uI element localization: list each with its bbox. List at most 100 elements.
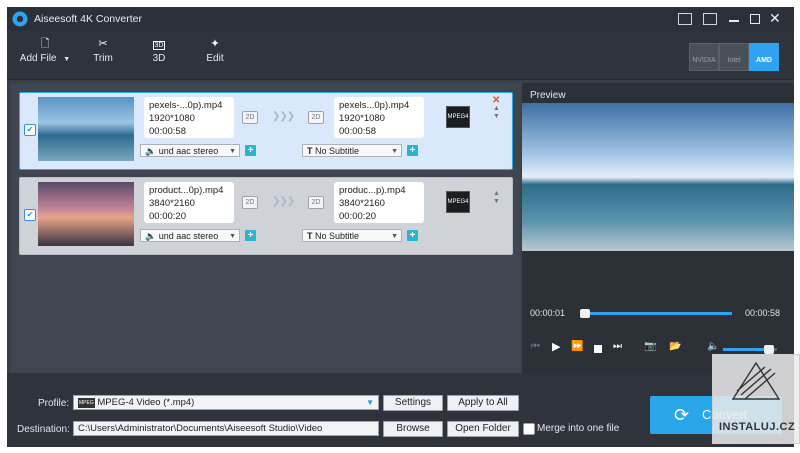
speaker-icon: 🔈 xyxy=(145,146,159,156)
add-file-icon: 🗋 xyxy=(40,38,50,50)
video-thumbnail[interactable] xyxy=(38,182,134,246)
volume-slider[interactable] xyxy=(723,345,777,354)
file-item[interactable]: ✔ pexels-...0p).mp4 1920*1080 00:00:58 2… xyxy=(19,92,513,170)
file-checkbox[interactable]: ✔ xyxy=(24,209,36,221)
subtitle-dropdown[interactable]: T No Subtitle ▼ xyxy=(302,229,402,242)
move-up-icon[interactable]: ▲ xyxy=(493,105,500,112)
scissors-icon: ✂ xyxy=(98,38,108,50)
audio-track-dropdown[interactable]: 🔈 und aac stereo ▼ xyxy=(140,144,240,157)
edit-button[interactable]: ✦ Edit xyxy=(199,31,231,79)
apply-to-all-button[interactable]: Apply to All xyxy=(447,395,519,411)
menu-icon[interactable] xyxy=(703,13,717,25)
output-format-icon[interactable]: MPEG4 xyxy=(446,191,470,213)
preview-video[interactable] xyxy=(522,103,794,251)
minimize-icon[interactable] xyxy=(729,20,739,22)
app-logo-icon xyxy=(12,11,28,27)
subtitle-dropdown[interactable]: T No Subtitle ▼ xyxy=(302,144,402,157)
nvidia-badge[interactable]: NVIDIA xyxy=(689,43,719,71)
convert-icon: ⟳ xyxy=(674,405,690,425)
add-subtitle-button[interactable]: + xyxy=(407,145,418,156)
file-item[interactable]: ✔ product...0p).mp4 3840*2160 00:00:20 2… xyxy=(19,177,513,255)
source-resolution: 1920*1080 xyxy=(149,113,195,124)
output-2d-tag: 2D xyxy=(308,111,324,124)
edit-label: Edit xyxy=(206,53,224,64)
browse-button[interactable]: Browse xyxy=(383,421,443,437)
add-file-button[interactable]: 🗋 Add File ▼ xyxy=(17,31,73,79)
destination-label: Destination: xyxy=(17,424,70,435)
watermark-text: INSTALUJ.CZ xyxy=(719,421,796,433)
stop-icon[interactable] xyxy=(594,345,602,353)
source-info: product...0p).mp4 3840*2160 00:00:20 xyxy=(144,182,234,223)
output-resolution: 1920*1080 xyxy=(339,113,385,124)
trim-label: Trim xyxy=(93,53,113,64)
video-thumbnail[interactable] xyxy=(38,97,134,161)
profile-label: Profile: xyxy=(38,398,70,409)
output-format-icon[interactable]: MPEG4 xyxy=(446,106,470,128)
mpeg-icon: MPEG xyxy=(78,398,95,408)
merge-checkbox[interactable] xyxy=(523,423,535,435)
skip-back-icon[interactable]: ⏮ xyxy=(531,341,540,352)
volume-handle[interactable] xyxy=(764,345,774,354)
preview-label: Preview xyxy=(530,90,566,101)
maximize-icon[interactable] xyxy=(750,14,760,24)
trim-button[interactable]: ✂ Trim xyxy=(87,31,119,79)
add-audio-button[interactable]: + xyxy=(245,145,256,156)
output-resolution: 3840*2160 xyxy=(339,198,385,209)
move-down-icon[interactable]: ▼ xyxy=(493,198,500,205)
watermark-emblem-icon xyxy=(731,361,781,400)
seek-handle[interactable] xyxy=(580,309,590,318)
text-icon: T xyxy=(307,231,315,241)
total-time: 00:00:58 xyxy=(745,308,781,318)
move-down-icon[interactable]: ▼ xyxy=(493,113,500,120)
feedback-icon[interactable] xyxy=(678,13,692,25)
close-icon[interactable]: ✕ xyxy=(769,10,781,26)
add-audio-button[interactable]: + xyxy=(245,230,256,241)
seek-bar[interactable] xyxy=(580,309,732,318)
chevron-down-icon: ▼ xyxy=(229,148,236,155)
audio-track-value: und aac stereo xyxy=(158,231,219,241)
profile-value: MPEG-4 Video (*.mp4) xyxy=(97,397,195,408)
convert-arrows-icon: ❯❯❯ xyxy=(272,196,295,207)
skip-forward-icon[interactable]: ⏭ xyxy=(613,341,622,352)
play-icon[interactable]: ▶ xyxy=(552,340,560,353)
toolbar: 🗋 Add File ▼ ✂ Trim 3D 3D ✦ Edit NVIDIA … xyxy=(7,31,794,80)
open-folder-button[interactable]: Open Folder xyxy=(447,421,519,437)
chevron-down-icon: ▼ xyxy=(391,148,398,155)
bottom-bar: Profile: MPEG MPEG-4 Video (*.mp4) ▼ Set… xyxy=(7,373,794,447)
output-duration: 00:00:58 xyxy=(339,126,376,137)
subtitle-value: No Subtitle xyxy=(315,231,360,241)
text-icon: T xyxy=(307,146,315,156)
settings-button[interactable]: Settings xyxy=(383,395,443,411)
output-2d-tag: 2D xyxy=(308,196,324,209)
intel-badge[interactable]: Intel xyxy=(719,43,749,71)
file-checkbox[interactable]: ✔ xyxy=(24,124,36,136)
add-file-label: Add File xyxy=(19,53,57,64)
volume-icon[interactable]: 🔈 xyxy=(707,341,719,352)
preview-panel: Preview 00:00:01 00:00:58 ⏮ ▶ ⏩ ⏭ 📷 📂 🔈 xyxy=(522,83,794,373)
title-bar: Aiseesoft 4K Converter ✕ xyxy=(7,7,794,31)
window-title: Aiseesoft 4K Converter xyxy=(34,13,142,25)
3d-button[interactable]: 3D 3D xyxy=(143,31,175,79)
app-window: Aiseesoft 4K Converter ✕ 🗋 Add File ▼ ✂ … xyxy=(7,7,794,447)
source-2d-tag: 2D xyxy=(242,111,258,124)
chevron-down-icon[interactable]: ▼ xyxy=(63,56,70,63)
speaker-icon: 🔈 xyxy=(145,231,159,241)
fast-forward-icon[interactable]: ⏩ xyxy=(571,341,583,352)
source-info: pexels-...0p).mp4 1920*1080 00:00:58 xyxy=(144,97,234,138)
output-filename: produc...p).mp4 xyxy=(339,185,406,196)
destination-field[interactable]: C:\Users\Administrator\Documents\Aiseeso… xyxy=(73,421,379,436)
source-filename: pexels-...0p).mp4 xyxy=(149,100,223,111)
snapshot-icon[interactable]: 📷 xyxy=(644,341,656,352)
watermark-logo: INSTALUJ.CZ xyxy=(712,354,800,444)
3d-label: 3D xyxy=(152,53,166,64)
volume-level xyxy=(723,348,767,351)
profile-dropdown[interactable]: MPEG MPEG-4 Video (*.mp4) ▼ xyxy=(73,395,379,410)
audio-track-dropdown[interactable]: 🔈 und aac stereo ▼ xyxy=(140,229,240,242)
source-2d-tag: 2D xyxy=(242,196,258,209)
move-up-icon[interactable]: ▲ xyxy=(493,190,500,197)
add-subtitle-button[interactable]: + xyxy=(407,230,418,241)
convert-arrows-icon: ❯❯❯ xyxy=(272,111,295,122)
amd-badge[interactable]: AMD xyxy=(749,43,779,71)
folder-icon[interactable]: 📂 xyxy=(669,341,681,352)
edit-icon: ✦ xyxy=(210,38,220,50)
